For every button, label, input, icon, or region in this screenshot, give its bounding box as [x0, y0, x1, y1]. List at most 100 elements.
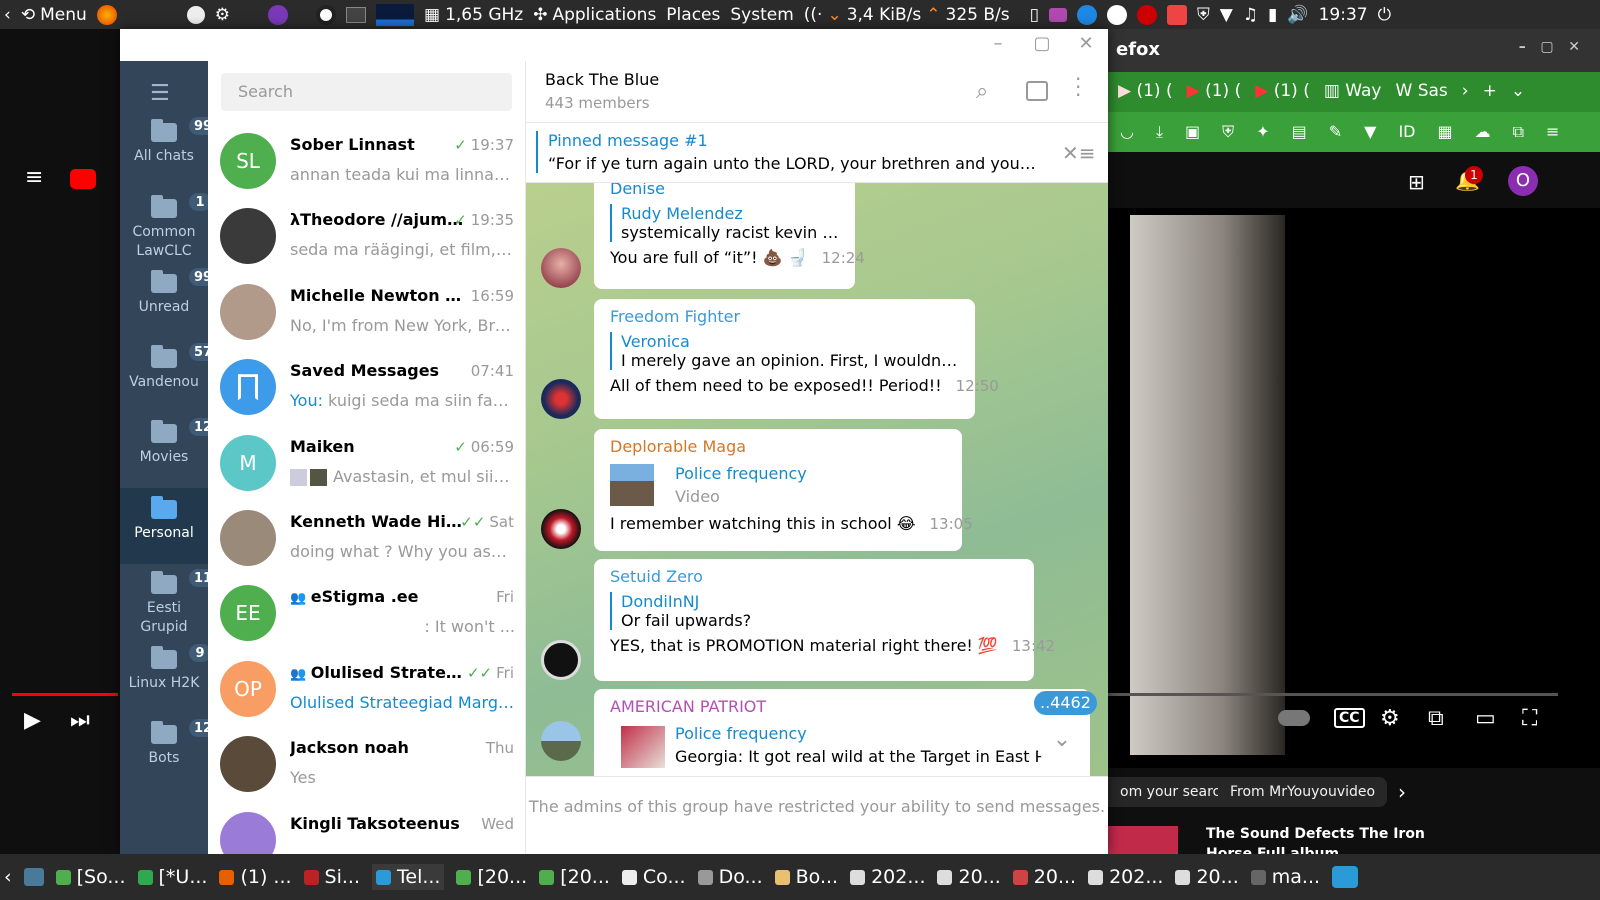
message-bubble[interactable]: Deplorable Maga Police frequency Video I… [594, 429, 973, 551]
chat-list-item[interactable]: Kenneth Wade Hill's ...✓✓Sat doing what ?… [208, 500, 526, 575]
taskbar-item[interactable]: Do... [697, 866, 763, 888]
pinned-list-icon[interactable]: ✕≡ [1062, 141, 1096, 165]
tray-notifications-icon[interactable]: ♫ [1243, 5, 1258, 25]
taskbar-scroll-left-icon[interactable]: ‹ [4, 866, 12, 888]
taskbar-item[interactable]: [*U... [137, 866, 207, 888]
menu-button[interactable]: ⟲ Menu [21, 5, 87, 25]
message-sender[interactable]: Denise [610, 183, 839, 198]
user-avatar[interactable] [541, 248, 581, 288]
taskbar-item[interactable]: 20... [937, 866, 1001, 888]
create-icon[interactable]: ⊞ [1408, 170, 1425, 194]
close-icon[interactable]: ✕ [1073, 33, 1099, 57]
captions-icon[interactable]: CC [1334, 708, 1365, 728]
extension-icon[interactable]: ✎ [1329, 122, 1342, 142]
theater-mode-icon[interactable]: ▭ [1475, 706, 1496, 731]
clock[interactable]: 19:37 [1319, 5, 1368, 25]
firefox-extension-icons[interactable]: ◡ ⤓ ▣ ⛨ ✦ ▤ ✎ ▼ ID ▦ ☁ ⧉ ≡ [1120, 122, 1559, 142]
places-menu[interactable]: Places [666, 5, 720, 25]
taskbar-item[interactable]: [So... [55, 866, 126, 888]
reply-quote[interactable]: Police frequency Georgia: It got real wi… [610, 722, 1075, 768]
chat-title[interactable]: Back The Blue [545, 70, 659, 89]
reply-quote[interactable]: Police frequency Video [610, 462, 946, 508]
user-avatar[interactable] [541, 721, 581, 761]
chat-members[interactable]: 443 members [545, 94, 650, 112]
chat-list-item[interactable]: EE 👥 eStigma .ee Fri: It won't ... [208, 575, 526, 650]
launcher-icon[interactable] [186, 5, 205, 24]
tray-phone-icon[interactable]: ▮ [1268, 5, 1277, 25]
taskbar-item[interactable]: [20... [456, 866, 527, 888]
settings-launcher-icon[interactable]: ⚙ [215, 5, 230, 25]
tab-list-icon[interactable]: ⌄ [1511, 81, 1525, 101]
tray-weather-icon[interactable] [1076, 4, 1097, 25]
extension-icon[interactable]: ✦ [1256, 122, 1269, 142]
tray-app-icon[interactable] [1048, 7, 1067, 22]
chat-list-item[interactable]: Saved Messages 07:41 You: kuigi seda ma si… [208, 349, 526, 424]
chat-list-item[interactable]: OP 👥 Olulised Strateegi...✓✓Fri Olulised S… [208, 651, 526, 726]
message-sender[interactable]: Deplorable Maga [610, 437, 946, 456]
firefox-tab[interactable]: ▶ (1) ( [1255, 81, 1310, 101]
taskbar-item[interactable]: 202... [850, 866, 925, 888]
terminal-launcher-icon[interactable] [346, 6, 366, 23]
filter-chip[interactable]: From MrYouyouvideo [1218, 777, 1388, 807]
account-avatar[interactable]: O [1508, 166, 1538, 196]
app-launcher-icon[interactable] [268, 4, 288, 25]
miniplayer-icon[interactable]: ⧉ [1428, 706, 1444, 731]
taskbar-item[interactable]: [20... [539, 866, 610, 888]
folder-personal[interactable]: Personal [120, 488, 208, 564]
taskbar-item[interactable]: Si... [303, 866, 360, 888]
system-menu[interactable]: System [730, 5, 793, 25]
extension-icon[interactable]: ☁ [1475, 122, 1491, 142]
firefox-tab[interactable]: ▶ (1) ( [1118, 81, 1173, 101]
youtube-logo-icon[interactable] [70, 169, 96, 189]
search-icon[interactable]: ⌕ [976, 79, 988, 104]
unread-mentions-badge[interactable]: ..4462 [1034, 691, 1097, 715]
taskbar-item[interactable]: 20... [1175, 866, 1239, 888]
new-tab-icon[interactable]: + [1483, 81, 1497, 101]
tray-shield-icon[interactable]: ⛨ [1197, 5, 1210, 25]
power-icon[interactable]: ⏻ [1378, 5, 1391, 25]
maximize-icon[interactable]: ▢ [1029, 33, 1055, 57]
minimize-icon[interactable]: – [985, 33, 1011, 57]
message-bubble[interactable]: Freedom Fighter Veronica I merely gave a… [594, 299, 999, 419]
applications-menu[interactable]: ✣ Applications [533, 5, 656, 25]
chat-list-item[interactable]: Jackson noah Thu Yes [208, 726, 526, 801]
firefox-launcher-icon[interactable] [96, 4, 117, 25]
message-sender[interactable]: Freedom Fighter [610, 307, 959, 326]
firefox-menu-icon[interactable]: ≡ [1546, 122, 1559, 142]
extension-icon[interactable]: ▣ [1185, 122, 1200, 142]
tray-record-icon[interactable] [1136, 4, 1157, 25]
next-icon[interactable]: ⏭ [70, 708, 90, 733]
chips-next-icon[interactable]: › [1398, 780, 1406, 804]
message-sender[interactable]: AMERICAN PATRIOT [610, 697, 1074, 716]
taskbar-item[interactable]: Tel... [372, 864, 445, 890]
video-progress-track[interactable] [1108, 693, 1558, 696]
firefox-tab[interactable]: ▥ Way [1324, 81, 1382, 101]
message-sender[interactable]: Setuid Zero [610, 567, 1018, 586]
folder-commonlawclc[interactable]: 1 CommonLawCLC [120, 187, 213, 263]
extension-icon[interactable]: ▦ [1437, 122, 1452, 142]
opera-launcher-icon[interactable] [316, 4, 336, 25]
user-avatar[interactable] [541, 509, 581, 549]
extension-icon[interactable]: ID [1398, 122, 1415, 142]
extensions-icon[interactable]: ⧉ [1513, 122, 1524, 142]
user-avatar[interactable] [541, 640, 581, 680]
folder-movies[interactable]: 12 Movies [120, 412, 220, 488]
firefox-window-controls[interactable]: – ▢ ✕ [1519, 39, 1580, 55]
autoplay-toggle[interactable] [1278, 710, 1310, 726]
reply-quote[interactable]: Rudy Melendez systemically racist kevin … [610, 204, 839, 242]
chat-list-item[interactable]: λTheodore //ajum... ✓ 19:35 seda ma rääging… [208, 198, 526, 273]
suggestion-title[interactable]: The Sound Defects The Iron [1206, 826, 1425, 842]
firefox-tab[interactable]: ▶ (1) ( [1187, 81, 1242, 101]
taskbar-item[interactable]: (1) ... [219, 866, 292, 888]
settings-gear-icon[interactable]: ⚙ [1380, 706, 1400, 731]
downloads-icon[interactable]: ⤓ [1156, 122, 1163, 142]
chat-list-item[interactable]: SL Sober Linnast ✓ 19:37 annan teada kui ma … [208, 123, 526, 198]
tray-screenshot-icon[interactable] [1166, 4, 1187, 25]
tray-skype-icon[interactable] [1106, 4, 1127, 25]
pocket-icon[interactable]: ◡ [1120, 122, 1134, 142]
fullscreen-icon[interactable]: ⛶ [1522, 706, 1537, 731]
panel-scroll-left-icon[interactable]: ‹ [4, 5, 11, 25]
reply-quote[interactable]: DondiInNJ Or fail upwards? [610, 592, 1018, 630]
tray-volume-icon[interactable]: 🔊 [1287, 5, 1308, 25]
extension-icon[interactable]: ▼ [1364, 122, 1376, 142]
